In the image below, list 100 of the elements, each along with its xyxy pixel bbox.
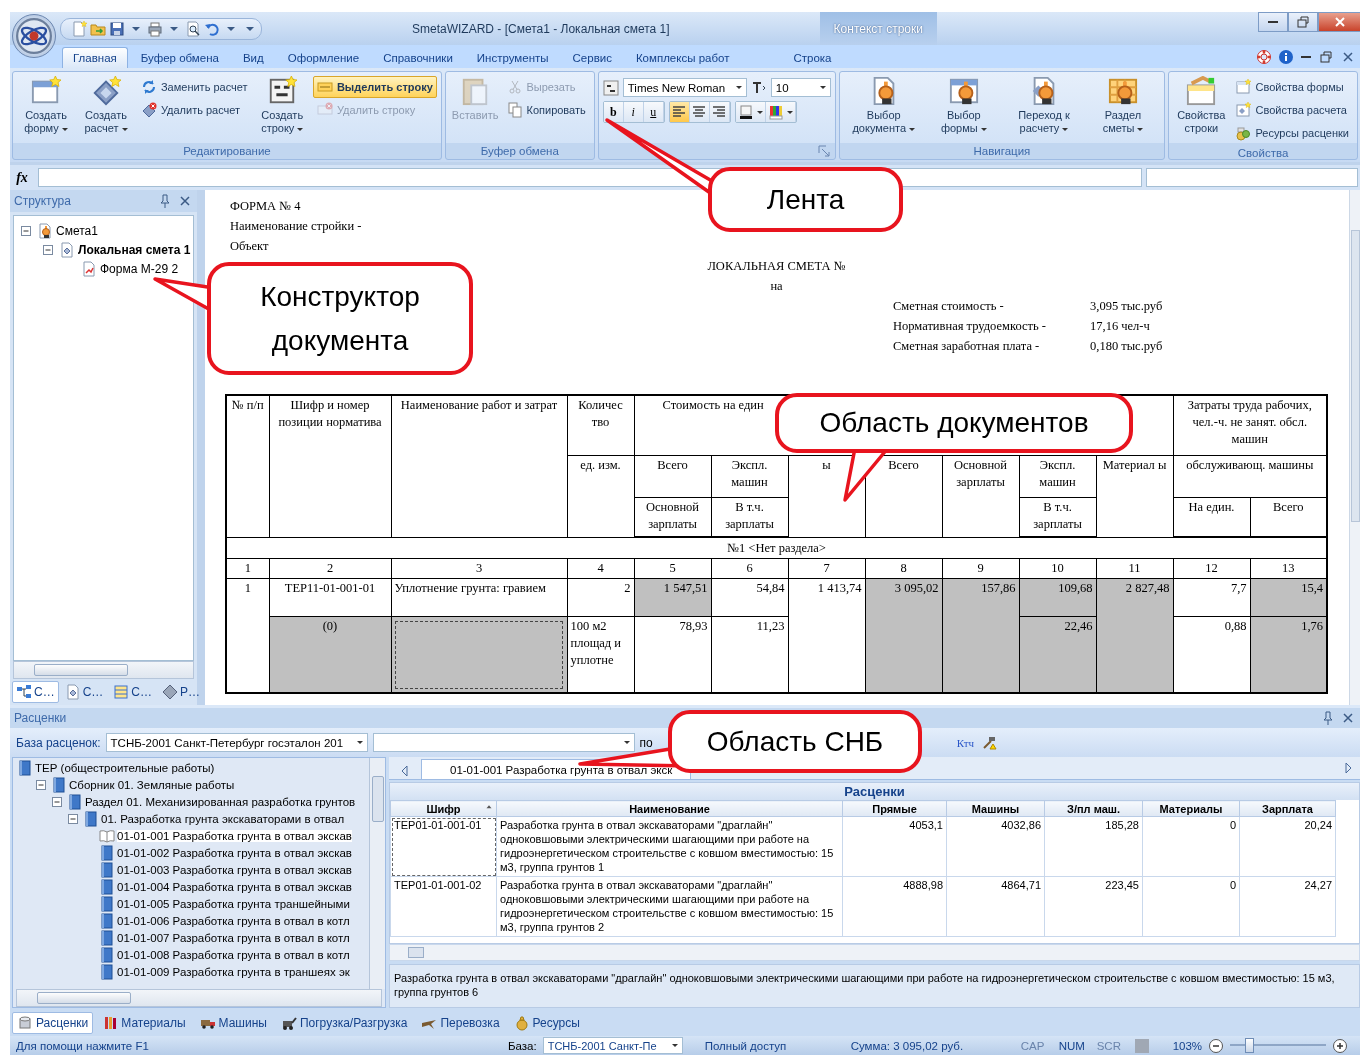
panel-tab[interactable]: С… — [12, 681, 59, 703]
column-header[interactable]: Прямые — [842, 800, 947, 817]
tree-item[interactable]: Смета1 — [56, 223, 98, 238]
panel-tab[interactable]: Погрузка/Разгрузка — [275, 1012, 413, 1034]
ribbon-button[interactable]: Переход к расчету — [1003, 74, 1084, 137]
document-title: ЛОКАЛЬНАЯ СМЕТА № — [707, 259, 846, 273]
column-header[interactable]: Материалы — [1142, 800, 1240, 817]
font-name-dropdown[interactable]: Times New Roman — [622, 78, 747, 97]
ribbon-button[interactable]: Ресурсы расценки — [1231, 122, 1353, 144]
table-cell: 54,84 — [711, 578, 788, 617]
ribbon-tab[interactable]: Инструменты — [465, 47, 560, 68]
lifebuoy-icon[interactable] — [1256, 48, 1272, 65]
ribbon-tab[interactable]: Справочники — [372, 47, 464, 68]
table-cell: 4032,86 — [946, 816, 1045, 877]
ribbon-button[interactable]: Заменить расчет — [136, 76, 252, 98]
column-header[interactable]: З/пл маш. — [1044, 800, 1143, 817]
scrollbar[interactable] — [13, 661, 194, 679]
tree-item[interactable]: 01-01-008 Разработка грунта в отвал в котл — [117, 948, 350, 961]
base-dropdown[interactable]: ТСНБ-2001 Санкт-Пе — [542, 1037, 683, 1054]
ribbon-tab[interactable]: Комплексы работ — [624, 47, 741, 68]
tree-item[interactable]: Форма М-29 2 — [100, 261, 179, 276]
zoom-out-icon[interactable] — [1208, 1037, 1225, 1054]
tree-item[interactable]: 01-01-009 Разработка грунта в траншеях эк — [117, 965, 350, 978]
ribbon-button[interactable]: Создать форму — [17, 74, 76, 137]
hammer-icon[interactable] — [981, 734, 997, 751]
font-size-dropdown[interactable]: 10 — [770, 78, 831, 97]
text-style-button[interactable]: u — [643, 102, 664, 122]
panel-tab[interactable]: Расценки — [12, 1012, 94, 1034]
input-field[interactable] — [1146, 168, 1358, 187]
tree-item[interactable]: 01-01-006 Разработка грунта в отвал в котл — [117, 914, 350, 927]
scrollbar[interactable] — [1349, 190, 1360, 705]
close-button[interactable] — [1318, 12, 1360, 32]
tree-item[interactable]: Раздел 01. Механизированная разработка грунтов — [85, 795, 356, 808]
tree-item[interactable]: 01-01-001 Разработка грунта в отвал экскав — [117, 829, 352, 842]
ribbon-button[interactable]: Выбор документа — [843, 74, 924, 137]
panel-tab[interactable]: Ресурсы — [508, 1012, 585, 1034]
text-color-button[interactable] — [735, 102, 766, 122]
print-preview-icon[interactable] — [185, 20, 201, 37]
ribbon-tab[interactable]: Сервис — [561, 47, 623, 68]
slider-thumb[interactable] — [1245, 1038, 1255, 1053]
tree-item[interactable]: 01-01-002 Разработка грунта в отвал экскав — [117, 846, 352, 859]
form-title: ФОРМА № 4 — [230, 198, 301, 215]
rate-base-dropdown[interactable]: ТСНБ-2001 Санкт-Петербург госэталон 201 — [105, 733, 368, 752]
ribbon-button[interactable]: Свойства формы — [1231, 76, 1353, 98]
column-header[interactable]: Машины — [946, 800, 1045, 817]
cube-page-icon — [64, 684, 81, 700]
tree-item[interactable]: ТЕР (общестроительные работы) — [35, 761, 215, 774]
panel-tab[interactable]: Р… — [158, 681, 205, 703]
panel-tab[interactable]: С… — [60, 681, 108, 703]
tree-item[interactable]: Локальная смета 1 — [78, 242, 191, 257]
ribbon-tab[interactable]: Главная — [62, 47, 128, 68]
printer-icon[interactable] — [147, 20, 163, 37]
dialog-launcher-icon[interactable] — [815, 142, 832, 159]
restore-icon[interactable] — [1318, 48, 1334, 65]
ribbon-button[interactable]: Выделить строку — [312, 76, 437, 98]
ribbon-tab[interactable]: Буфер обмена — [129, 47, 230, 68]
ribbon-button[interactable]: Выбор формы — [925, 74, 1002, 137]
zoom-in-icon[interactable] — [1332, 1037, 1349, 1054]
panel-tab[interactable]: Материалы — [97, 1012, 191, 1034]
column-header[interactable]: Наименование — [496, 800, 843, 817]
ribbon-button[interactable]: Свойства расчета — [1231, 99, 1353, 121]
tree-item[interactable]: 01-01-005 Разработка грунта траншейными — [117, 897, 350, 910]
tree-item[interactable]: 01-01-004 Разработка грунта в отвал экскав — [117, 880, 352, 893]
scrollbar[interactable] — [16, 989, 382, 1007]
table-header-cell: № п/п — [226, 395, 269, 537]
cube-page-icon — [59, 241, 75, 258]
ktch-button[interactable]: Ктч — [954, 736, 976, 749]
open-book-icon — [99, 827, 115, 844]
tree-item[interactable]: 01-01-007 Разработка грунта в отвал в котл — [117, 931, 350, 944]
ribbon-button[interactable]: Удалить расчет — [136, 99, 252, 121]
column-header[interactable]: Шифр — [390, 800, 497, 817]
info-icon[interactable] — [1278, 48, 1294, 65]
panel-tab[interactable]: Перевозка — [416, 1012, 505, 1034]
ribbon-group-label: Буфер обмена — [480, 144, 559, 157]
ribbon-button[interactable]: Создать расчет — [77, 74, 135, 137]
align-button[interactable] — [669, 102, 690, 122]
coins-icon — [1235, 125, 1252, 141]
column-header[interactable]: Зарплата — [1239, 800, 1336, 817]
minimize-button[interactable] — [1258, 12, 1288, 32]
scrollbar[interactable] — [369, 758, 385, 989]
ribbon-tab[interactable]: Вид — [231, 47, 275, 68]
ribbon-button[interactable]: Раздел сметы — [1085, 74, 1161, 137]
tree-item[interactable]: Сборник 01. Земляные работы — [69, 778, 235, 791]
tree-item[interactable]: 01-01-003 Разработка грунта в отвал экскав — [117, 863, 352, 876]
text-style-button[interactable]: i — [623, 102, 644, 122]
function-label[interactable]: fx — [10, 169, 34, 186]
ribbon-tab[interactable]: Оформление — [276, 47, 371, 68]
ribbon-tab[interactable]: Строка — [782, 47, 843, 68]
column-number: 2 — [269, 558, 391, 579]
ribbon-button[interactable]: Свойства строки — [1173, 74, 1230, 137]
panel-tab[interactable]: С… — [109, 681, 156, 703]
ribbon-button[interactable]: Копировать — [502, 99, 590, 121]
text-style-button[interactable]: b — [603, 102, 624, 122]
panel-tab[interactable]: Машины — [194, 1012, 272, 1034]
scrollbar[interactable] — [389, 944, 1360, 961]
tree-item[interactable]: 01. Разработка грунта экскаваторами в отвал — [101, 812, 345, 825]
fill-color-button[interactable] — [765, 102, 796, 122]
align-button[interactable] — [709, 102, 730, 122]
ribbon-button[interactable]: Создать строку — [253, 74, 311, 137]
align-button[interactable] — [689, 102, 710, 122]
